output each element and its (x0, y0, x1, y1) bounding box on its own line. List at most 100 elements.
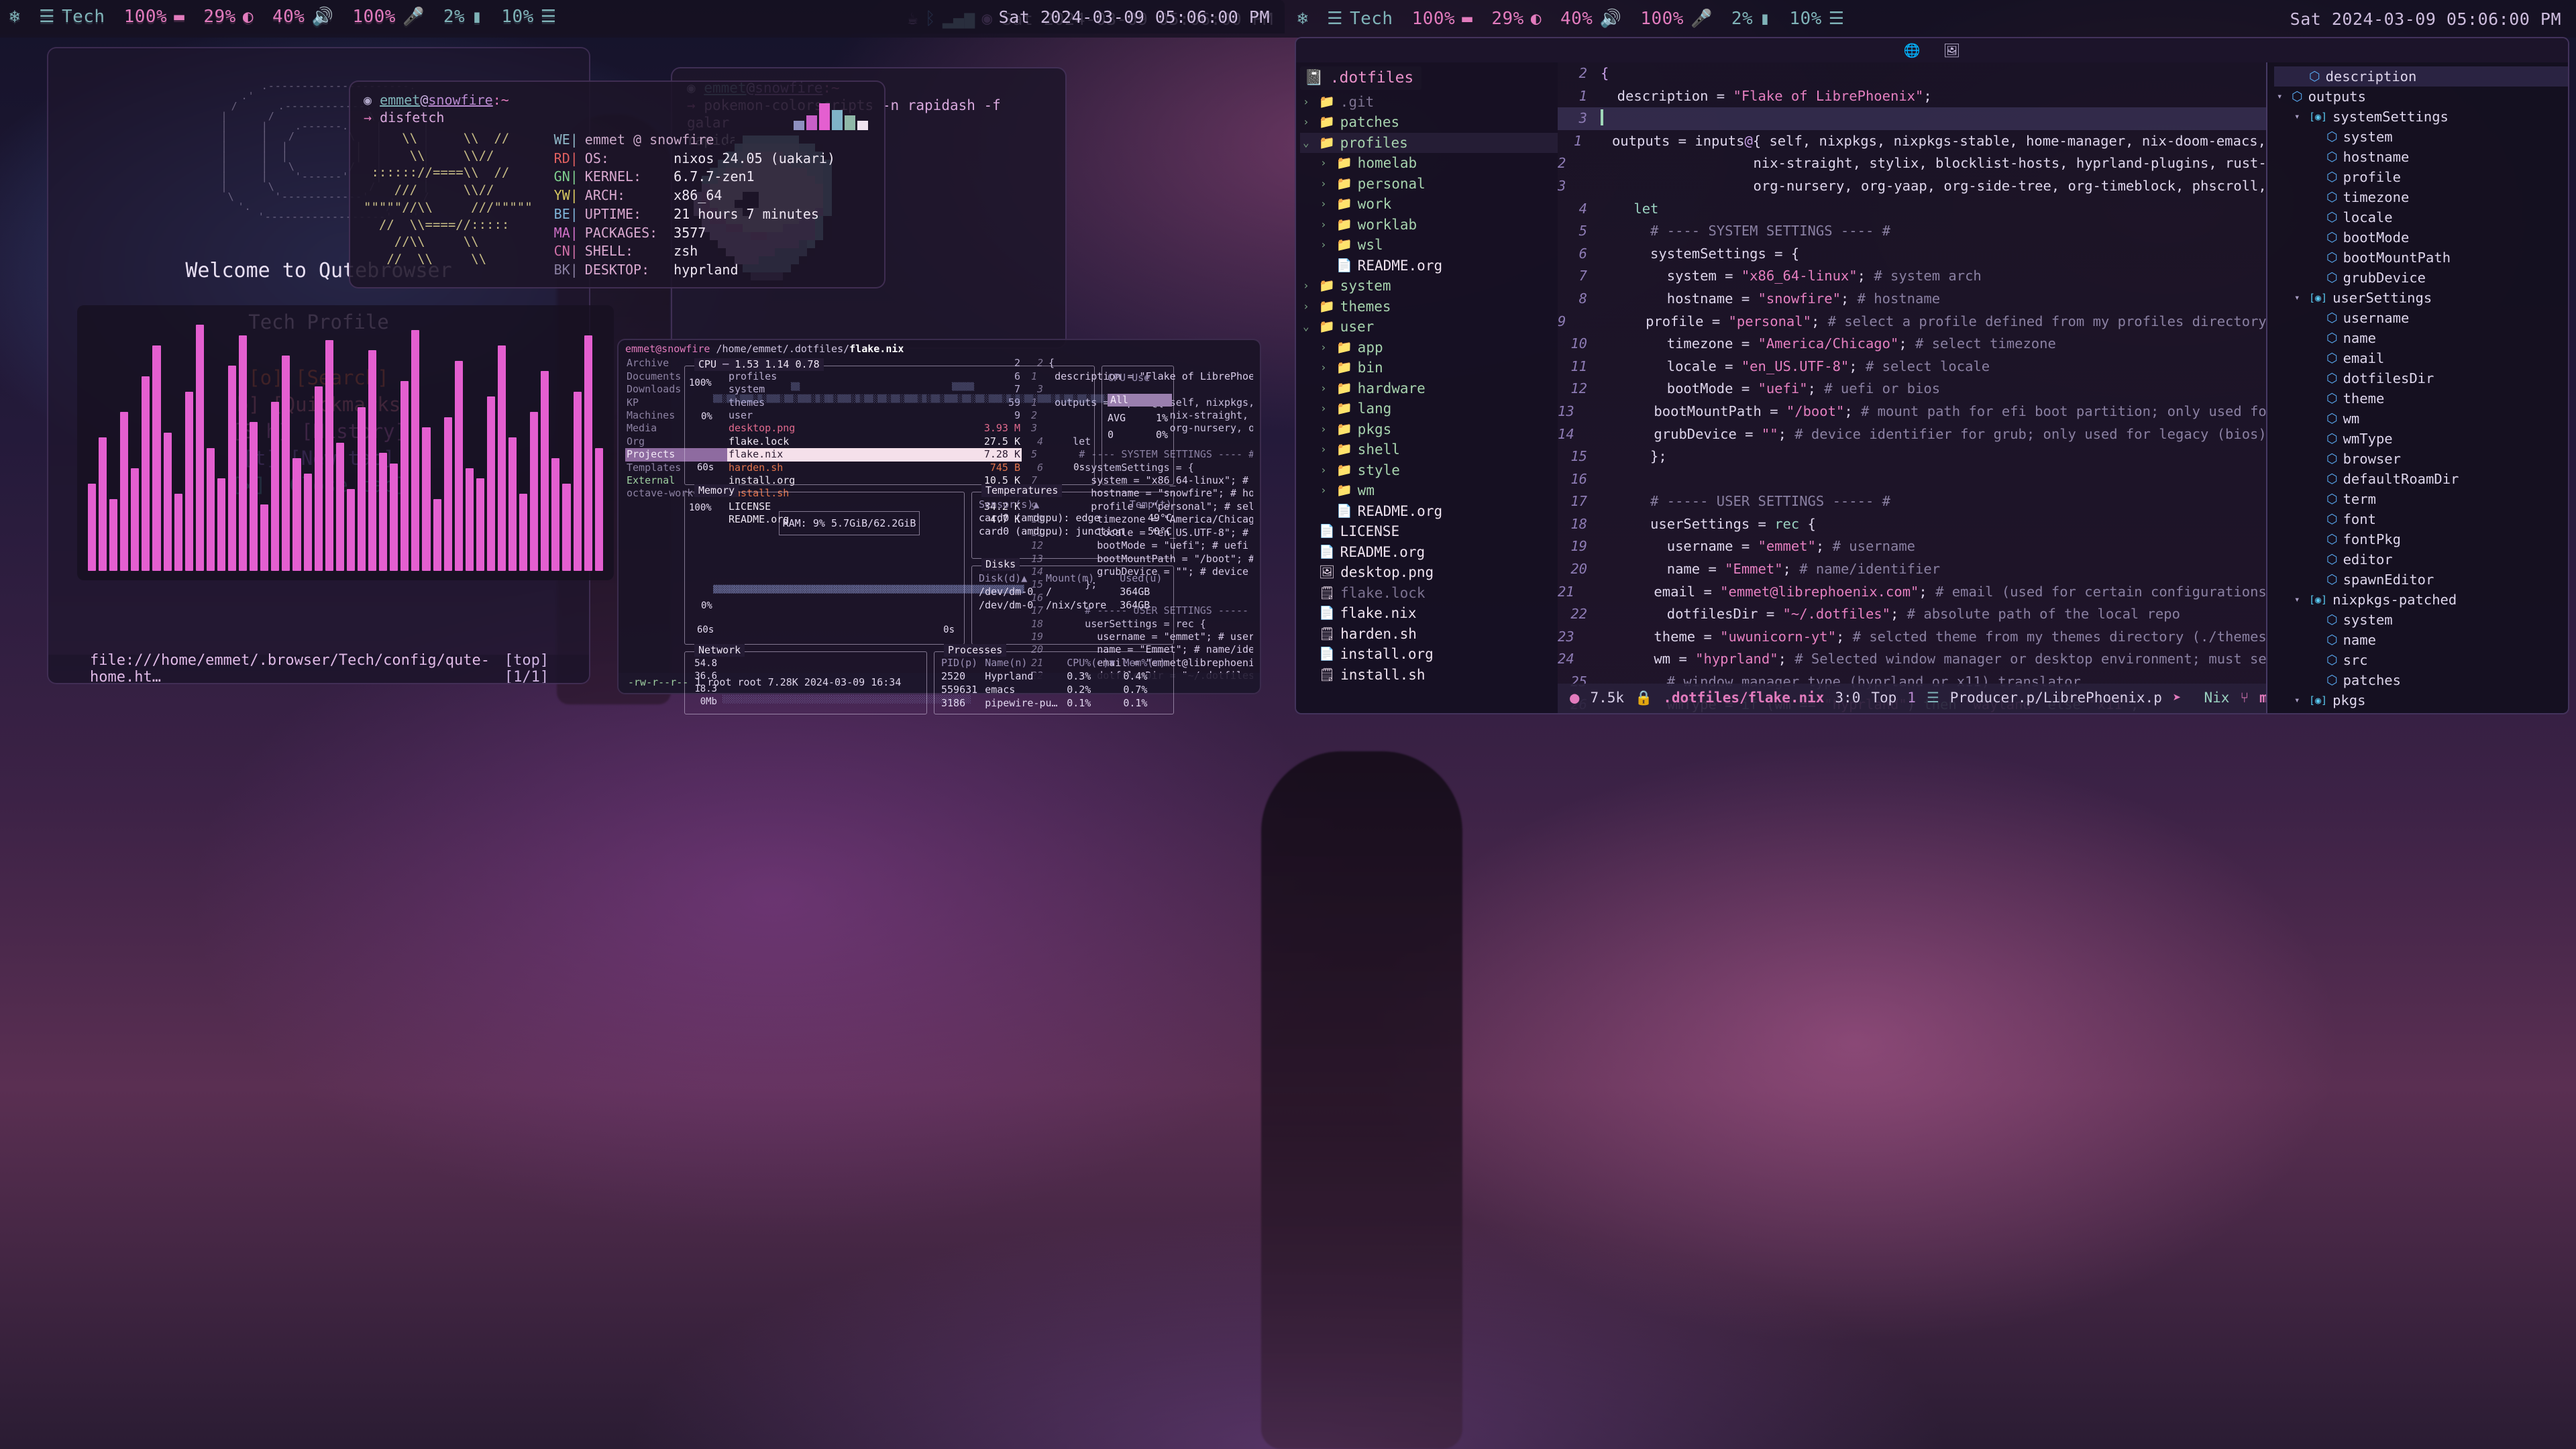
chevron-icon[interactable]: › (1320, 153, 1331, 174)
outline-item[interactable]: ⬡ timezone (2274, 187, 2568, 207)
chevron-icon[interactable]: › (1320, 235, 1331, 256)
code-line[interactable]: 12 bootMode = "uefi"; # uefi or bios (1558, 378, 2266, 400)
clock-right[interactable]: Sat 2024-03-09 05:06:00 PM (2290, 9, 2576, 29)
btop-processes-panel[interactable]: Processes PID(p) Name(n) CPU%(c)▼ Mem%(m… (934, 644, 1174, 714)
treemacs-item[interactable]: › 📁 style (1300, 460, 1558, 481)
bottom-clock[interactable]: Sat 2024-03-09 05:06:00 PM (999, 7, 1285, 27)
chevron-icon[interactable]: › (1320, 194, 1331, 215)
disfetch-terminal-window[interactable]: ◉ emmet@snowfire:~ → disfetch \\ \\ // \… (349, 80, 885, 288)
code-line[interactable]: 2 nix-straight, stylix, blocklist-hosts,… (1558, 152, 2266, 175)
modeline-mode[interactable]: Nix (2204, 687, 2230, 710)
treemacs-item[interactable]: › 📁 bin (1300, 358, 1558, 378)
code-line[interactable]: 14 grubDevice = ""; # device identifier … (1558, 423, 2266, 446)
chevron-icon[interactable]: › (1320, 215, 1331, 235)
chevron-icon[interactable]: › (1320, 398, 1331, 419)
btop-cpu-panel[interactable]: CPU ─ 1.53 1.14 0.78 100% 0% ▒▒░▒▒░▒▒▒░▒… (684, 358, 1171, 485)
outline-item[interactable]: ▾ [◉] systemSettings (2274, 107, 2568, 127)
bottom-mic-group[interactable]: 100% 🎤 (343, 7, 434, 27)
code-line[interactable]: 6 systemSettings = { (1558, 243, 2266, 266)
outline-item[interactable]: ⬡ editor (2274, 549, 2568, 570)
btop-disks-col-disk[interactable]: Disk(d)▲ (976, 572, 1043, 585)
outline-item[interactable]: ▾ [◉] userSettings (2274, 288, 2568, 308)
code-line[interactable]: 16 (1558, 468, 2266, 491)
code-line[interactable]: 3 (1558, 107, 2266, 130)
modeline-file[interactable]: .dotfiles/flake.nix (1663, 687, 1824, 710)
table-row[interactable]: 559631 emacs 0.2% 0.7% (938, 683, 1171, 696)
emacs-window[interactable]: 🌐 🖼 📓 .dotfiles › 📁 .git › 📁 patches ⌄ 📁 profile… (1295, 37, 2569, 714)
modeline-branch[interactable]: main (2259, 687, 2266, 710)
btop-network-panel[interactable]: Network 54.8 36.6 18.3 0Mb ░░░░░░░░░░░░░░░░… (684, 644, 971, 714)
code-line[interactable]: 10 timezone = "America/Chicago"; # selec… (1558, 333, 2266, 356)
treemacs-item[interactable]: ⌄ 📁 user (1300, 317, 1558, 337)
treemacs-item[interactable]: › 📁 homelab (1300, 153, 1558, 174)
outline-item[interactable]: ⬡ fontPkg (2274, 529, 2568, 549)
treemacs-item[interactable]: 📄 install.org (1300, 644, 1558, 665)
emacs-treemacs-sidebar[interactable]: 📓 .dotfiles › 📁 .git › 📁 patches ⌄ 📁 profiles › 📁 h… (1296, 62, 1558, 713)
emacs-outline-sidebar[interactable]: ⬡ description ▾ ⬡ outputs ▾ [◉] systemSettings ⬡… (2266, 62, 2568, 713)
outline-item[interactable]: ⬡ username (2274, 308, 2568, 328)
btop-memory-panel[interactable]: Memory 100% 0% RAM: 9% 5.7GiB/62.2GiB ▓▓… (684, 484, 1024, 645)
treemacs-item-list[interactable]: › 📁 .git › 📁 patches ⌄ 📁 profiles › 📁 homelab › 📁 pers… (1300, 92, 1558, 686)
code-line[interactable]: 9 profile = "personal"; # select a profi… (1558, 311, 2266, 333)
outline-item[interactable]: ⬡ patches (2274, 670, 2568, 690)
treemacs-item[interactable]: 📄 README.org (1300, 256, 1558, 276)
chevron-icon[interactable]: › (1320, 439, 1331, 460)
outline-item[interactable]: ⬡ system (2274, 710, 2568, 713)
bottom-cpu-group[interactable]: 10% ☰ (492, 7, 566, 27)
code-line[interactable]: 22 dotfilesDir = "~/.dotfiles"; # absolu… (1558, 603, 2266, 626)
outline-item[interactable]: ⬡ name (2274, 328, 2568, 348)
status-bar-right-monitor[interactable]: ❄ ☰ Tech 100% ▬ 29% ◐ 40% 🔊 100% 🎤 2% ▮ … (1288, 0, 2576, 38)
chevron-icon[interactable]: ⌄ (1303, 133, 1313, 154)
treemacs-item[interactable]: › 📁 work (1300, 194, 1558, 215)
btop-proc-col-mem[interactable]: Mem%(m) (1120, 656, 1171, 669)
treemacs-item[interactable]: › 📁 app (1300, 337, 1558, 358)
chevron-icon[interactable]: › (1320, 460, 1331, 481)
chevron-icon[interactable]: › (1320, 378, 1331, 399)
code-line[interactable]: 13 bootMountPath = "/boot"; # mount path… (1558, 400, 2266, 423)
outline-item[interactable]: ⬡ bootMountPath (2274, 248, 2568, 268)
battery-group-2[interactable]: 100% ▬ (1403, 9, 1483, 29)
code-line[interactable]: 1 outputs = inputs@{ self, nixpkgs, nixp… (1558, 130, 2266, 153)
chevron-icon[interactable]: ⌄ (1303, 317, 1313, 337)
twisty-icon[interactable]: ▾ (2294, 690, 2304, 710)
table-row[interactable]: /dev/dm-0 / 364GB (976, 585, 1171, 598)
btop-temperatures-panel[interactable]: Temperatures Sensor(s)▲ Temp(t) card0 (a… (971, 484, 1174, 559)
treemacs-item[interactable]: › 📁 hardware (1300, 378, 1558, 399)
outline-item[interactable]: ⬡ font (2274, 509, 2568, 529)
chevron-icon[interactable]: › (1303, 112, 1313, 133)
treemacs-item[interactable]: › 📁 lang (1300, 398, 1558, 419)
outline-item[interactable]: ⬡ theme (2274, 388, 2568, 409)
code-line[interactable]: 11 locale = "en_US.UTF-8"; # select loca… (1558, 356, 2266, 378)
outline-item[interactable]: ⬡ browser (2274, 449, 2568, 469)
chevron-icon[interactable]: › (1320, 480, 1331, 501)
code-line[interactable]: 1 description = "Flake of LibrePhoenix"; (1558, 85, 2266, 108)
btop-cpu-all-row[interactable]: All (1108, 394, 1172, 407)
image-icon[interactable]: 🖼 (1943, 42, 1960, 58)
outline-item[interactable]: ⬡ src (2274, 650, 2568, 670)
code-line[interactable]: 2{ (1558, 62, 2266, 85)
outline-item[interactable]: ⬡ name (2274, 630, 2568, 650)
memory-group-2[interactable]: 2% ▮ (1722, 9, 1780, 29)
code-line[interactable]: 15 }; (1558, 445, 2266, 468)
outline-item[interactable]: ⬡ grubDevice (2274, 268, 2568, 288)
cpu-group-2[interactable]: 10% ☰ (1780, 9, 1854, 29)
table-row[interactable]: /dev/dm-0/nix/store 364GB (976, 598, 1171, 612)
treemacs-item[interactable]: › 📁 worklab (1300, 215, 1558, 235)
outline-item[interactable]: ⬡ bootMode (2274, 227, 2568, 248)
workspace-group-2[interactable]: ☰ Tech (1318, 9, 1402, 29)
table-row[interactable]: 3186 pipewire-pu… 0.1% 0.1% (938, 696, 1171, 710)
treemacs-item[interactable]: 📄 README.org (1300, 501, 1558, 522)
chevron-icon[interactable]: › (1320, 174, 1331, 195)
bottom-memory-group[interactable]: 2% ▮ (434, 7, 492, 27)
code-line[interactable]: 7 system = "x86_64-linux"; # system arch (1558, 265, 2266, 288)
btop-system-monitor[interactable]: CPU ─ 1.53 1.14 0.78 100% 0% ▒▒░▒▒░▒▒▒░▒… (684, 358, 1174, 714)
twisty-icon[interactable]: ▾ (2294, 590, 2304, 610)
outline-item[interactable]: ▾ [◉] nixpkgs-patched (2274, 590, 2568, 610)
outline-item[interactable]: ⬡ defaultRoamDir (2274, 469, 2568, 489)
treemacs-item[interactable]: › 📁 wm (1300, 480, 1558, 501)
treemacs-item[interactable]: 📄 flake.nix (1300, 603, 1558, 624)
code-line-list[interactable]: 2{1 description = "Flake of LibrePhoenix… (1558, 62, 2266, 713)
code-line[interactable]: 5 # ---- SYSTEM SETTINGS ---- # (1558, 220, 2266, 243)
chevron-icon[interactable]: › (1320, 358, 1331, 378)
qutebrowser-url-bar[interactable]: file:///home/emmet/.browser/Tech/config/… (48, 652, 589, 683)
